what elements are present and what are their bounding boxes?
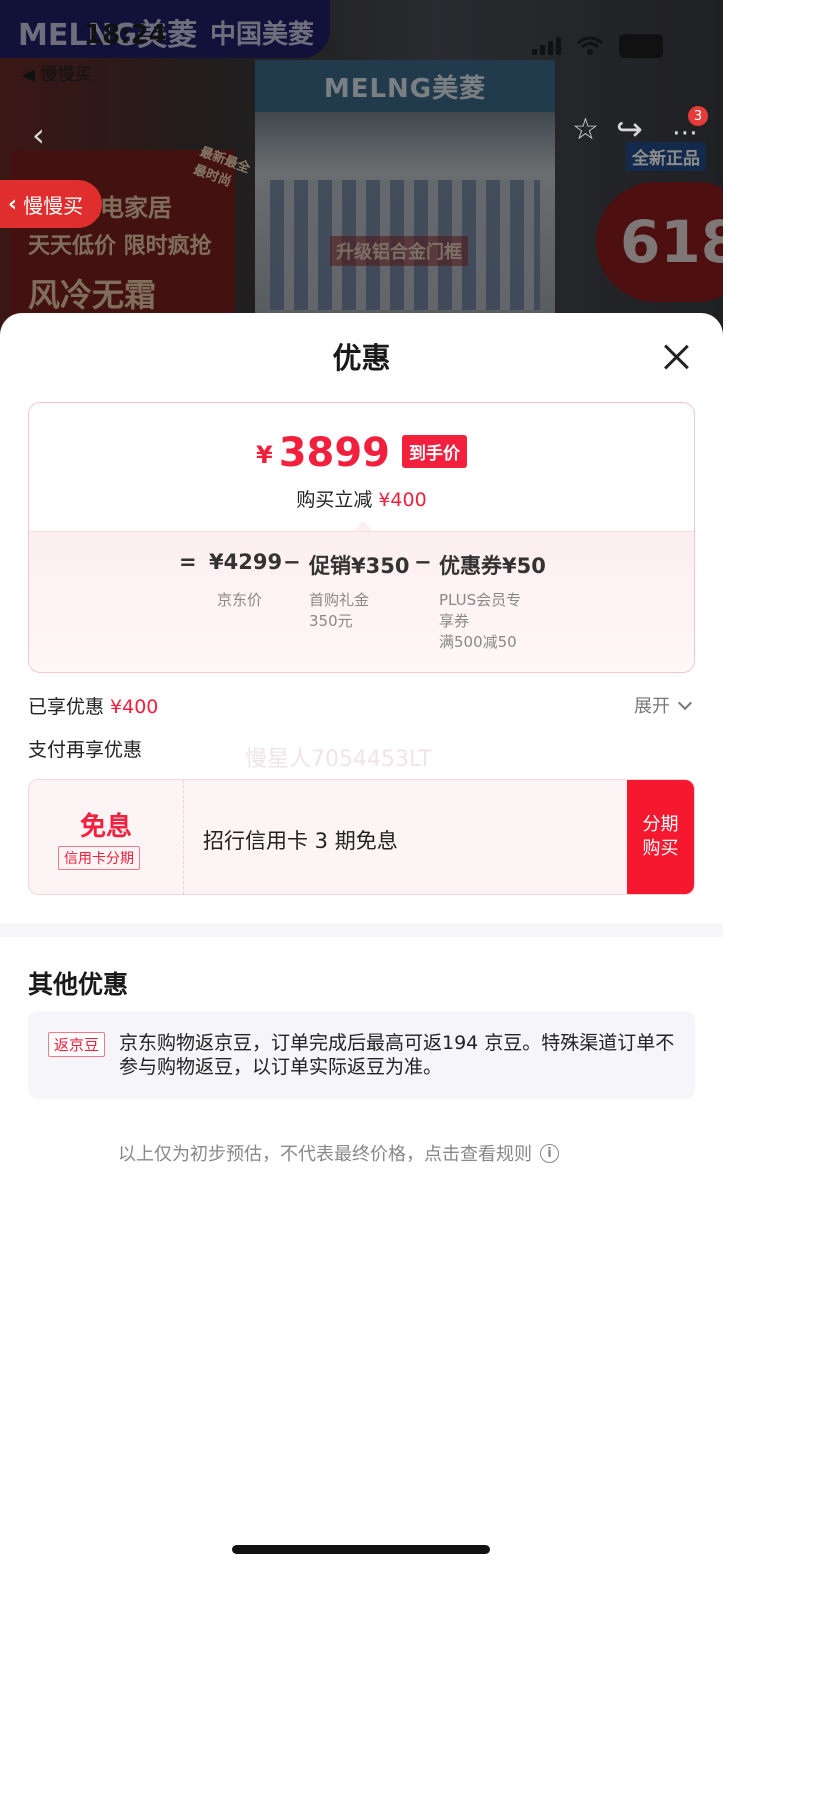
coupon-sub-1: PLUS会员专 bbox=[439, 591, 522, 609]
coupon-discount: 优惠券¥50 bbox=[439, 554, 546, 578]
enjoyed-amount: ¥400 bbox=[110, 696, 159, 718]
status-time: 18:24 bbox=[84, 20, 167, 50]
reduce-label: 购买立减 bbox=[296, 489, 373, 511]
other-offers-title: 其他优惠 bbox=[28, 970, 129, 999]
price-card: ¥ 3899 到手价 购买立减 ¥400 = ¥4299 − 促销¥350 − 优… bbox=[28, 402, 695, 673]
section-divider bbox=[0, 923, 723, 937]
pay-more-title: 支付再享优惠 bbox=[28, 739, 143, 761]
promo-sub-2: 350元 bbox=[309, 612, 353, 630]
promo-sub-1: 首购礼金 bbox=[309, 591, 370, 609]
cellular-signal-icon bbox=[532, 37, 561, 55]
home-indicator[interactable] bbox=[232, 1545, 490, 1554]
back-to-app-label: 慢慢买 bbox=[40, 65, 92, 85]
credit-card-offer[interactable]: 免息 信用卡分期 招行信用卡 3 期免息 分期购买 bbox=[28, 779, 695, 895]
back-arrow-icon[interactable]: ‹ bbox=[32, 116, 45, 154]
share-icon[interactable]: ↪ bbox=[616, 110, 643, 148]
final-price: 3899 bbox=[278, 430, 391, 476]
close-icon[interactable] bbox=[660, 341, 692, 373]
currency-symbol: ¥ bbox=[255, 441, 273, 469]
final-price-tag: 到手价 bbox=[402, 435, 468, 468]
enjoyed-discount: 已享优惠 ¥400 bbox=[28, 692, 158, 719]
chevron-down-icon bbox=[677, 695, 693, 711]
formula-equals: = bbox=[179, 550, 197, 574]
disclaimer-text: 以上仅为初步预估，不代表最终价格，点击查看规则 bbox=[118, 1144, 532, 1165]
chevron-left-icon: ‹ bbox=[8, 191, 18, 217]
discount-sheet: 优惠 ¥ 3899 到手价 购买立减 ¥400 = ¥4299 − 促销¥350 … bbox=[0, 313, 723, 1570]
back-to-app-link[interactable]: ◀ 慢慢买 bbox=[22, 60, 91, 85]
watermark: 慢星人7054453LT bbox=[245, 747, 432, 772]
final-price-row: ¥ 3899 到手价 bbox=[29, 433, 694, 473]
installment-buy-label: 分期购买 bbox=[642, 814, 679, 859]
sheet-title: 优惠 bbox=[332, 341, 391, 375]
price-formula: = ¥4299 − 促销¥350 − 优惠券¥50 bbox=[29, 550, 694, 580]
coupon-sub-3: 满500减50 bbox=[439, 633, 517, 651]
price-breakdown: = ¥4299 − 促销¥350 − 优惠券¥50 京东价 首购礼金 350元 … bbox=[29, 531, 694, 672]
manmanmai-pill-label: 慢慢买 bbox=[23, 193, 84, 218]
interest-free-badge: 免息 bbox=[79, 812, 132, 842]
info-icon[interactable]: i bbox=[540, 1143, 559, 1163]
reduce-row: 购买立减 ¥400 bbox=[29, 485, 694, 512]
jd-bean-text: 京东购物返京豆，订单完成后最高可返194 京豆。特殊渠道订单不参与购物返豆，以订… bbox=[119, 1032, 675, 1078]
price-summary: ¥ 3899 到手价 购买立减 ¥400 bbox=[29, 403, 694, 531]
status-icons bbox=[532, 34, 663, 58]
promo-discount: 促销¥350 bbox=[309, 554, 410, 578]
coupon-sub-2: 享券 bbox=[439, 612, 470, 630]
reduce-amount: ¥400 bbox=[378, 489, 427, 511]
credit-card-offer-text: 招行信用卡 3 期免息 bbox=[203, 829, 398, 853]
disclaimer-link[interactable]: 以上仅为初步预估，不代表最终价格，点击查看规则 i bbox=[118, 1140, 559, 1166]
expand-button[interactable]: 展开 bbox=[634, 692, 693, 718]
enjoyed-label: 已享优惠 bbox=[28, 696, 105, 718]
expand-label: 展开 bbox=[634, 696, 670, 717]
jd-bean-tag: 返京豆 bbox=[48, 1032, 106, 1057]
formula-minus-2: − bbox=[414, 550, 432, 574]
formula-minus-1: − bbox=[283, 550, 301, 574]
battery-icon bbox=[619, 34, 663, 58]
interest-free-badge-area: 免息 信用卡分期 bbox=[29, 780, 184, 894]
notch-indicator bbox=[353, 521, 373, 531]
jd-price-label: 京东价 bbox=[217, 591, 263, 609]
manmanmai-pill-button[interactable]: ‹ 慢慢买 bbox=[0, 180, 102, 228]
star-icon[interactable]: ☆ bbox=[572, 112, 599, 147]
jd-price: ¥4299 bbox=[209, 550, 283, 574]
credit-card-installment-tag: 信用卡分期 bbox=[58, 846, 140, 870]
wifi-icon bbox=[577, 36, 603, 55]
installment-buy-button[interactable]: 分期购买 bbox=[627, 780, 694, 894]
jd-bean-offer: 返京豆 京东购物返京豆，订单完成后最高可返194 京豆。特殊渠道订单不参与购物返… bbox=[28, 1011, 695, 1099]
more-icon[interactable]: ⋯ bbox=[672, 118, 698, 148]
